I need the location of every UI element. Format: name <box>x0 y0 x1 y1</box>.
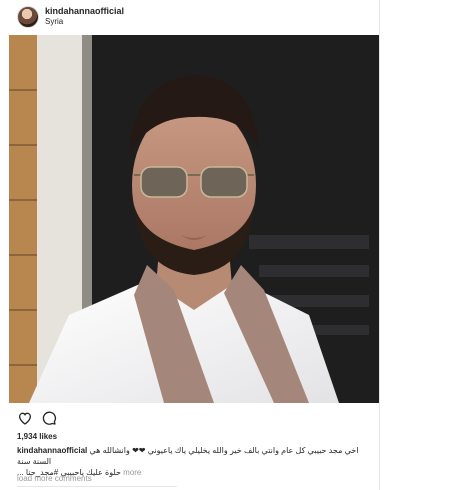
comments-divider <box>17 486 177 490</box>
load-more-comments-link[interactable]: load more comments <box>17 474 92 483</box>
caption-username[interactable]: kindahannaofficial <box>17 446 87 455</box>
instagram-post-card: kindahannaofficial Syria 1,934 likes kin… <box>5 0 380 490</box>
post-username[interactable]: kindahannaofficial <box>45 6 124 16</box>
comment-icon[interactable] <box>41 410 57 426</box>
post-photo[interactable] <box>9 35 379 403</box>
post-header: kindahannaofficial Syria <box>5 0 380 34</box>
post-actions <box>17 410 77 426</box>
heart-icon[interactable] <box>17 410 33 426</box>
post-location[interactable]: Syria <box>45 17 63 26</box>
avatar[interactable] <box>17 6 39 28</box>
likes-count[interactable]: 1,934 likes <box>17 432 57 441</box>
caption-more-link[interactable]: more <box>123 468 141 477</box>
